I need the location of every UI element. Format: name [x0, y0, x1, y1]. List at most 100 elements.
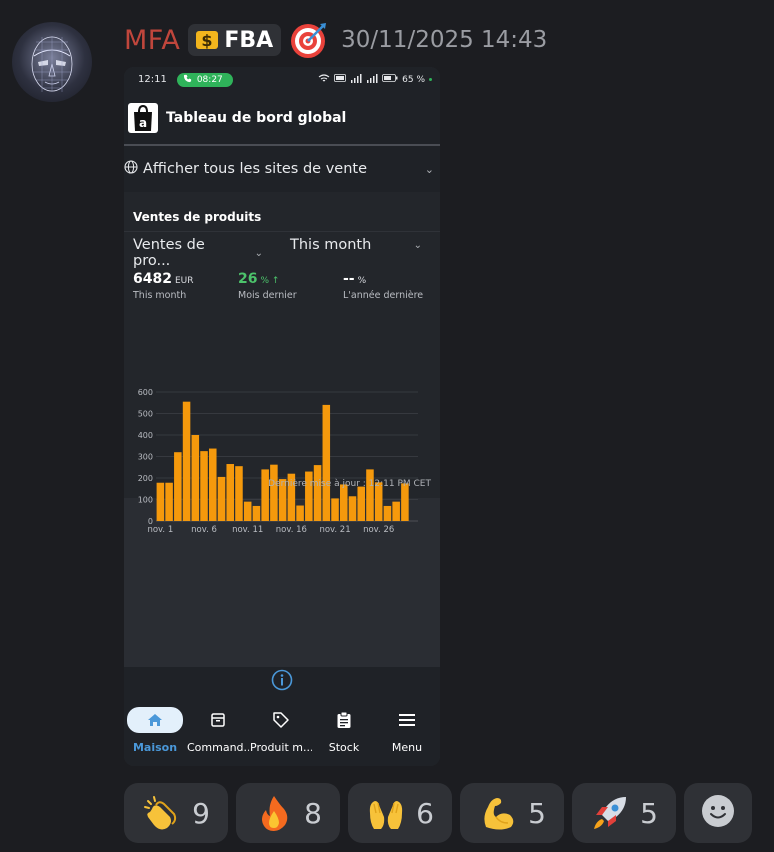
- timestamp: 30/11/2025 14:43: [341, 27, 548, 53]
- chart-svg: 0100200300400500600nov. 1 nov. 6 nov. 11 no…: [138, 388, 418, 535]
- chart-bar[interactable]: [401, 483, 409, 521]
- info-icon[interactable]: [271, 669, 293, 695]
- metric-last-month: 26% ↑ Mois dernier: [238, 268, 297, 301]
- target-icon: [289, 20, 329, 60]
- signal-icon-2: [366, 73, 378, 86]
- chart-bar[interactable]: [383, 505, 392, 521]
- wifi-icon: [318, 73, 330, 86]
- reaction-fire[interactable]: 8: [236, 783, 340, 843]
- chevron-down-icon: ⌄: [413, 239, 422, 251]
- chart-bar[interactable]: [392, 501, 400, 521]
- chart-bar[interactable]: [209, 448, 217, 521]
- chart-bar[interactable]: [252, 505, 261, 521]
- chart-bar[interactable]: [182, 401, 191, 521]
- y-tick-label: 200: [138, 474, 153, 483]
- nav-item-menu[interactable]: Menu: [376, 707, 438, 754]
- add-reaction-button[interactable]: [684, 783, 752, 843]
- chart-bar[interactable]: [226, 464, 234, 521]
- money-bag-icon: $: [194, 28, 220, 52]
- nav-label: Menu: [391, 741, 423, 754]
- nav-item-commandes[interactable]: Command...: [187, 707, 249, 754]
- raised-hands-icon: [366, 793, 406, 833]
- clapping-hands-icon: [142, 793, 182, 833]
- chart-bar[interactable]: [165, 482, 173, 521]
- chart-bar[interactable]: [348, 496, 357, 521]
- reaction-raised-hands[interactable]: 6: [348, 783, 452, 843]
- x-tick-label: nov. 16: [276, 525, 307, 535]
- home-icon: [127, 707, 183, 733]
- info-bar: [124, 667, 440, 697]
- metric-unit: EUR: [174, 276, 194, 286]
- call-pill: 08:27: [176, 72, 233, 87]
- metric-unit: %: [357, 276, 367, 286]
- username[interactable]: MFA: [124, 25, 180, 56]
- app-header: a Tableau de bord global: [124, 92, 440, 144]
- reaction-count: 9: [192, 796, 210, 830]
- metric-last-year: --% L'année dernière: [343, 268, 423, 301]
- robot-face-avatar-icon: [31, 36, 73, 92]
- status-time: 12:11: [138, 74, 167, 85]
- chevron-down-icon: ⌄: [254, 247, 263, 259]
- svg-text:a: a: [139, 116, 147, 130]
- metric-label: Mois dernier: [238, 290, 297, 301]
- metric-label: This month: [133, 290, 187, 301]
- chart-bar[interactable]: [217, 476, 226, 521]
- battery-icon: [382, 74, 398, 85]
- x-tick-label: nov. 21: [319, 525, 350, 535]
- reaction-count: 5: [528, 796, 546, 830]
- x-tick-label: nov. 26: [363, 525, 394, 535]
- smiley-icon: [701, 794, 735, 832]
- period-dropdown[interactable]: This month ⌄: [290, 237, 422, 253]
- chart-bar[interactable]: [200, 451, 208, 521]
- status-bar: 12:11 08:27 65 %: [124, 67, 440, 92]
- chart-bar[interactable]: [270, 464, 278, 521]
- metric-value: 26: [238, 271, 258, 287]
- chart-bar[interactable]: [235, 466, 243, 521]
- chart-bar[interactable]: [296, 505, 304, 521]
- metric-dropdown-label: Ventes de pro...: [133, 237, 205, 269]
- chart-bar[interactable]: [243, 501, 252, 521]
- product-sales-card: Ventes de produits Ventes de pro... ⌄ Th…: [124, 192, 440, 535]
- call-timer: 08:27: [196, 74, 223, 85]
- phone-icon: [183, 74, 192, 86]
- chart-bar[interactable]: [366, 469, 374, 521]
- chart-bar[interactable]: [261, 469, 269, 521]
- nav-item-maison[interactable]: Maison: [124, 707, 186, 754]
- reaction-count: 5: [640, 796, 658, 830]
- chevron-down-icon: ⌄: [424, 162, 434, 176]
- reactions-bar: 9 8 6 5 5: [124, 783, 752, 843]
- status-icons: 65 %: [318, 73, 432, 86]
- clipboard-icon: [313, 707, 375, 733]
- chart-bar[interactable]: [331, 498, 339, 521]
- reaction-count: 6: [416, 796, 434, 830]
- battery-percent: 65 %: [402, 74, 425, 85]
- volte-icon: [334, 74, 347, 85]
- avatar[interactable]: [12, 22, 92, 102]
- metric-label: L'année dernière: [343, 290, 424, 301]
- nav-label: Stock: [328, 741, 360, 754]
- site-selector-dropdown[interactable]: Afficher tous les sites de vente ⌄: [124, 146, 440, 192]
- attached-screenshot[interactable]: 12:11 08:27 65 % a Tableau de bord globa…: [124, 67, 440, 766]
- y-tick-label: 400: [138, 431, 153, 440]
- metric-unit: % ↑: [260, 276, 280, 286]
- period-dropdown-label: This month: [290, 237, 372, 253]
- chat-message: MFA $ FBA 30/11/2025 14:43 12:11 08:27 6…: [0, 0, 774, 852]
- chart-bar[interactable]: [322, 404, 331, 521]
- chart-bar[interactable]: [191, 435, 200, 521]
- reaction-flex[interactable]: 5: [460, 783, 564, 843]
- reaction-clap[interactable]: 9: [124, 783, 228, 843]
- svg-text:$: $: [202, 31, 213, 50]
- last-update-text: Dernière mise à jour : 12:11 PM CET: [268, 479, 431, 489]
- nav-label: Maison: [132, 741, 178, 754]
- chart-bar[interactable]: [357, 486, 365, 521]
- reaction-rocket[interactable]: 5: [572, 783, 676, 843]
- chart-bar[interactable]: [174, 452, 182, 521]
- bottom-nav: Maison Command... Produit m... Stock Men…: [124, 697, 440, 766]
- nav-item-stock[interactable]: Stock: [313, 707, 375, 754]
- server-tag[interactable]: $ FBA: [188, 24, 282, 56]
- chart-bar[interactable]: [313, 465, 322, 521]
- metric-dropdown[interactable]: Ventes de pro... ⌄: [133, 237, 263, 269]
- chart-bar[interactable]: [156, 482, 165, 521]
- nav-item-produits[interactable]: Produit m...: [250, 707, 312, 754]
- chart-bar[interactable]: [340, 484, 348, 521]
